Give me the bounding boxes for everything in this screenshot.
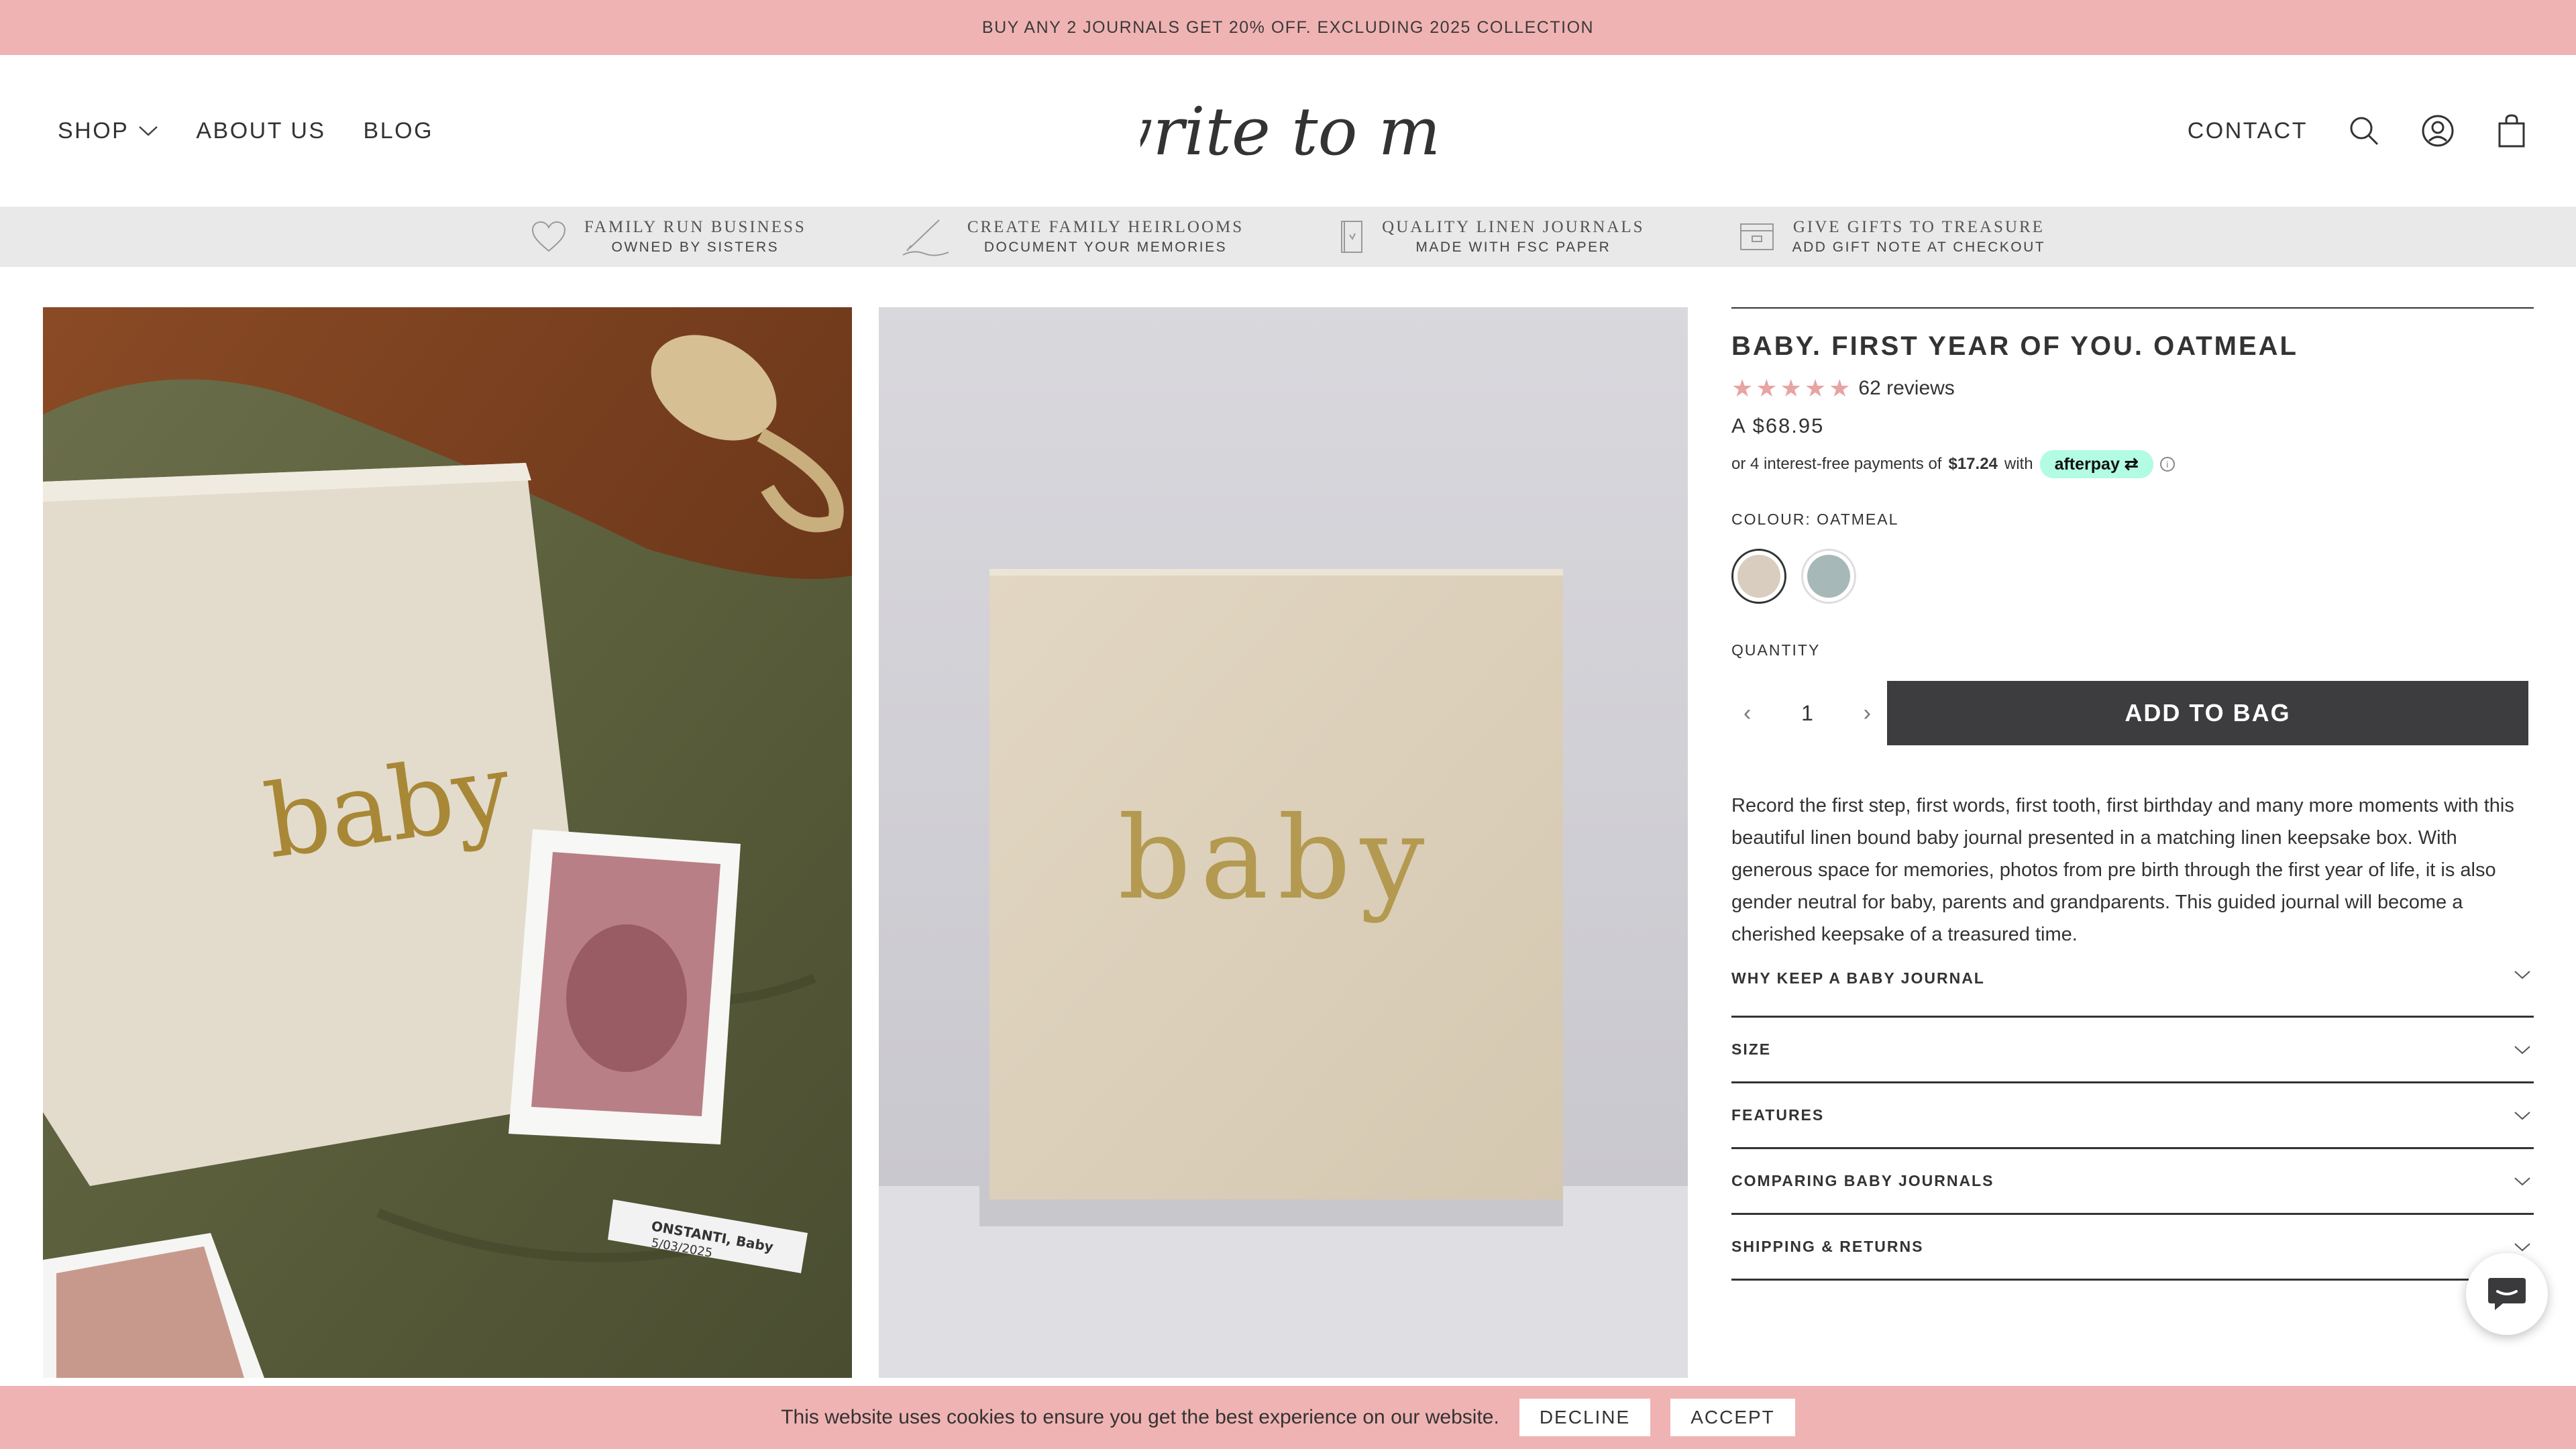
afterpay-amount: $17.24 xyxy=(1948,455,1998,473)
main-nav: SHOP ABOUT US BLOG xyxy=(58,55,433,207)
site-header: SHOP ABOUT US BLOG write to me CONTACT xyxy=(0,55,2576,207)
trust-title: FAMILY RUN BUSINESS xyxy=(584,218,806,236)
announcement-text: BUY ANY 2 JOURNALS GET 20% OFF. EXCLUDIN… xyxy=(981,17,1595,37)
nav-contact-label: CONTACT xyxy=(2187,117,2308,144)
accordion-features[interactable]: FEATURES xyxy=(1731,1083,2534,1149)
product-info: BABY. FIRST YEAR OF YOU. OATMEAL ★ ★ ★ ★… xyxy=(1731,307,2534,1281)
afterpay-info: or 4 interest-free payments of $17.24 wi… xyxy=(1731,450,2534,478)
svg-text:write to me: write to me xyxy=(1140,94,1436,170)
increase-button[interactable]: › xyxy=(1864,700,1871,727)
accordion-shipping[interactable]: SHIPPING & RETURNS xyxy=(1731,1215,2534,1281)
nav-blog[interactable]: BLOG xyxy=(364,118,433,144)
trust-subtitle: DOCUMENT YOUR MEMORIES xyxy=(983,239,1228,255)
swatch-color xyxy=(1807,555,1850,598)
account-button[interactable] xyxy=(2420,113,2455,148)
pen-icon xyxy=(902,219,949,256)
announcement-bar: BUY ANY 2 JOURNALS GET 20% OFF. EXCLUDIN… xyxy=(0,0,2576,55)
search-button[interactable] xyxy=(2347,113,2381,148)
star-icon: ★ xyxy=(1780,374,1802,402)
trust-title: GIVE GIFTS TO TREASURE xyxy=(1792,218,2045,236)
nav-shop-label: SHOP xyxy=(58,117,129,144)
trust-title: CREATE FAMILY HEIRLOOMS xyxy=(967,218,1244,236)
accordion-label: SIZE xyxy=(1731,1040,1772,1058)
afterpay-with: with xyxy=(2004,455,2033,473)
trust-item-family: FAMILY RUN BUSINESS OWNED BY SISTERS xyxy=(531,218,806,256)
accordion-label: WHY KEEP A BABY JOURNAL xyxy=(1731,969,1985,987)
trust-item-heirlooms: CREATE FAMILY HEIRLOOMS DOCUMENT YOUR ME… xyxy=(900,216,1244,258)
colour-label: COLOUR: OATMEAL xyxy=(1731,511,1899,528)
quantity-label: QUANTITY xyxy=(1731,641,1821,659)
accept-button[interactable]: ACCEPT xyxy=(1670,1399,1795,1436)
search-icon xyxy=(2350,117,2379,146)
accordion-size[interactable]: SIZE xyxy=(1731,1018,2534,1083)
colour-swatches xyxy=(1731,549,2534,604)
star-icon: ★ xyxy=(1829,374,1851,402)
afterpay-brand: afterpay xyxy=(2054,455,2120,474)
bag-icon xyxy=(2498,114,2525,148)
trust-title: QUALITY LINEN JOURNALS xyxy=(1382,218,1645,236)
chevron-down-icon xyxy=(2514,1177,2530,1185)
nav-contact[interactable]: CONTACT xyxy=(2188,118,2308,144)
buy-row: ‹ 1 › ADD TO BAG xyxy=(1731,681,2534,745)
product-rating[interactable]: ★ ★ ★ ★ ★ 62 reviews xyxy=(1731,376,2534,400)
trust-item-gifts: GIVE GIFTS TO TREASURE ADD GIFT NOTE AT … xyxy=(1739,218,2046,256)
header-actions: CONTACT xyxy=(2188,55,2529,207)
divider xyxy=(1731,307,2534,309)
nav-shop[interactable]: SHOP xyxy=(58,118,158,144)
nav-about-us[interactable]: ABOUT US xyxy=(196,118,325,144)
journal-icon xyxy=(1341,221,1363,253)
site-logo[interactable]: write to me xyxy=(1140,82,1436,182)
swatch-color xyxy=(1737,555,1780,598)
afterpay-prefix: or 4 interest-free payments of xyxy=(1731,455,1942,473)
cookie-banner: This website uses cookies to ensure you … xyxy=(0,1386,2576,1449)
add-to-bag-button[interactable]: ADD TO BAG xyxy=(1887,681,2528,745)
heart-icon xyxy=(531,221,566,252)
bag-button[interactable] xyxy=(2494,113,2529,148)
chat-icon xyxy=(2488,1278,2526,1310)
account-icon xyxy=(2422,115,2454,147)
trust-bar: FAMILY RUN BUSINESS OWNED BY SISTERS CRE… xyxy=(0,207,2576,267)
cookie-text: This website uses cookies to ensure you … xyxy=(781,1406,1499,1428)
quantity-value[interactable]: 1 xyxy=(1801,701,1813,726)
chevron-down-icon xyxy=(2514,971,2530,979)
chevron-down-icon xyxy=(2514,1111,2530,1120)
product-image-lifestyle[interactable]: baby ONSTANTI, Baby 5/03/2025 xyxy=(43,307,852,1378)
product-accordion: WHY KEEP A BABY JOURNAL SIZE FEATURES CO… xyxy=(1731,963,2534,1281)
star-icon: ★ xyxy=(1731,374,1754,402)
star-icon: ★ xyxy=(1804,374,1827,402)
lifestyle-photo: baby ONSTANTI, Baby 5/03/2025 xyxy=(43,307,852,1378)
nav-about-label: ABOUT US xyxy=(196,117,326,144)
chevron-down-icon xyxy=(2514,1242,2530,1251)
accordion-why-keep[interactable]: WHY KEEP A BABY JOURNAL xyxy=(1731,963,2534,1018)
chevron-down-icon xyxy=(139,126,158,136)
accordion-label: SHIPPING & RETURNS xyxy=(1731,1238,1924,1255)
swatch-sage[interactable] xyxy=(1801,549,1856,604)
info-icon[interactable]: i xyxy=(2159,457,2175,472)
accordion-comparing[interactable]: COMPARING BABY JOURNALS xyxy=(1731,1149,2534,1215)
trust-subtitle: ADD GIFT NOTE AT CHECKOUT xyxy=(1792,239,2046,255)
product-price: A $68.95 xyxy=(1731,414,1825,437)
decline-button[interactable]: DECLINE xyxy=(1519,1399,1651,1436)
chevron-down-icon xyxy=(2514,1045,2530,1054)
trust-subtitle: OWNED BY SISTERS xyxy=(611,239,780,255)
product-image-studio[interactable]: baby xyxy=(879,307,1688,1378)
product-description: Record the first step, first words, firs… xyxy=(1731,795,2514,945)
product-title: BABY. FIRST YEAR OF YOU. OATMEAL xyxy=(1731,331,2298,361)
afterpay-logo[interactable]: afterpay ⇄ xyxy=(2039,450,2153,478)
quantity-stepper: ‹ 1 › xyxy=(1731,700,1887,727)
studio-photo: baby xyxy=(879,307,1688,1378)
decrease-button[interactable]: ‹ xyxy=(1743,700,1751,727)
gift-card-icon xyxy=(1739,223,1774,250)
nav-blog-label: BLOG xyxy=(363,117,434,144)
accordion-label: FEATURES xyxy=(1731,1106,1825,1124)
trust-item-linen: QUALITY LINEN JOURNALS MADE WITH FSC PAP… xyxy=(1338,218,1644,256)
accordion-label: COMPARING BABY JOURNALS xyxy=(1731,1172,1994,1189)
chat-widget-button[interactable] xyxy=(2466,1253,2548,1335)
swatch-oatmeal[interactable] xyxy=(1731,549,1786,604)
trust-subtitle: MADE WITH FSC PAPER xyxy=(1415,239,1611,255)
svg-text:baby: baby xyxy=(1118,792,1434,925)
star-icon: ★ xyxy=(1756,374,1778,402)
reviews-link[interactable]: 62 reviews xyxy=(1858,377,1954,400)
